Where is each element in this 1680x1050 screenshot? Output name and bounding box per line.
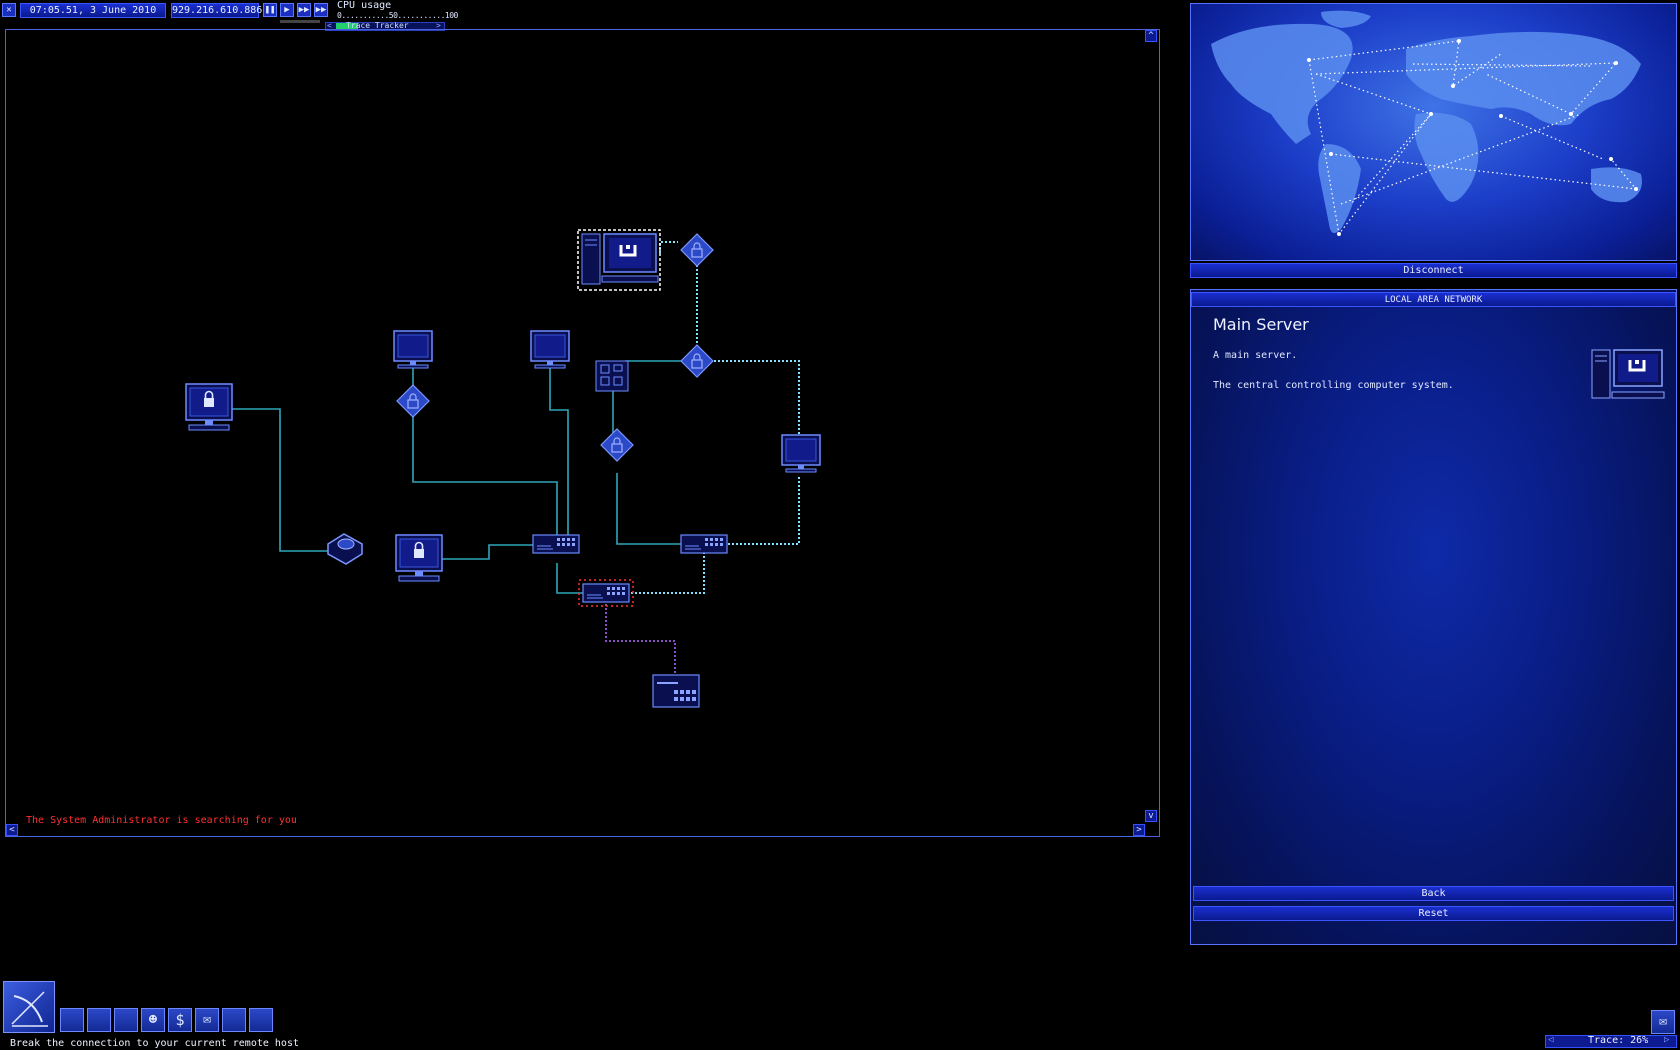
fast-forward-icon[interactable]: ▶▶ [297,3,311,17]
lock-node-icon [680,233,714,267]
close-icon[interactable]: ✕ [2,3,16,17]
scroll-left-button[interactable]: < [6,824,18,836]
scroll-down-button[interactable]: v [1145,810,1157,822]
lan-diagram [185,229,821,708]
locked-computer-icon [185,383,233,431]
gateway-icon[interactable] [60,1008,84,1032]
ip-address-display: 929.216.610.886 [171,3,263,18]
main-server-icon [577,229,661,291]
lock-node-icon [680,344,714,378]
finance-icon[interactable]: $ [168,1008,192,1032]
lock-node-icon [396,384,430,418]
disk-icon[interactable] [114,1008,138,1032]
node-title: Main Server [1213,315,1309,334]
main-server-icon [1591,349,1665,399]
network-icon[interactable] [222,1008,246,1032]
computer-icon [781,434,821,473]
trace-left-icon[interactable]: ◁ [1548,1035,1553,1045]
date-time-display: 07:05.51, 3 June 2010 [20,3,166,18]
disconnect-button[interactable]: Disconnect [1190,263,1677,278]
scroll-right-button[interactable]: > [1133,824,1145,836]
lan-view[interactable]: ^ v < > The System Administrator is sear… [5,29,1160,837]
trace-percent: Trace: 26% [1588,1035,1649,1046]
info-panel: LOCAL AREA NETWORK Main Server A main se… [1190,289,1677,945]
email-icon[interactable]: ✉ [1651,1010,1675,1034]
router-icon [532,534,580,554]
satellite-dish-icon [11,991,48,1027]
isp-terminal-icon [652,674,700,708]
admin-alert-message: The System Administrator is searching fo… [26,815,297,826]
fastest-forward-icon[interactable]: ▶▶ [314,3,328,17]
computer-icon [530,330,570,369]
pause-icon[interactable]: ❚❚ [263,3,277,17]
world-map-graphic [1211,10,1642,236]
back-button[interactable]: Back [1193,886,1674,901]
reset-button[interactable]: Reset [1193,906,1674,921]
trace-bar: ◁ Trace: 26% ▷ [1545,1035,1677,1048]
lock-node-icon [600,428,634,462]
world-map[interactable] [1190,3,1677,261]
start-menu-button[interactable] [3,981,55,1033]
router-icon [582,583,630,603]
node-description-1: A main server. [1213,350,1298,361]
panel-header: LOCAL AREA NETWORK [1191,292,1676,307]
person-icon[interactable]: ☻ [141,1008,165,1032]
node-description-2: The central controlling computer system. [1213,380,1454,391]
router-icon [680,534,728,554]
memory-icon[interactable] [87,1008,111,1032]
speed-indicator [280,20,320,23]
status-hint: Break the connection to your current rem… [10,1038,299,1049]
cpu-usage-label: CPU usage [337,0,392,11]
locked-computer-icon [395,534,443,582]
cpu-usage-scale: 0...........50...........100 [337,11,458,20]
modem-icon [327,533,363,565]
play-icon[interactable]: ▶ [280,3,294,17]
trace-right-icon[interactable]: ▷ [1664,1035,1669,1045]
scroll-up-button[interactable]: ^ [1145,30,1157,42]
mainframe-icon [595,360,629,392]
computer-icon [393,330,433,369]
map-icon[interactable] [249,1008,273,1032]
email-icon[interactable]: ✉ [195,1008,219,1032]
